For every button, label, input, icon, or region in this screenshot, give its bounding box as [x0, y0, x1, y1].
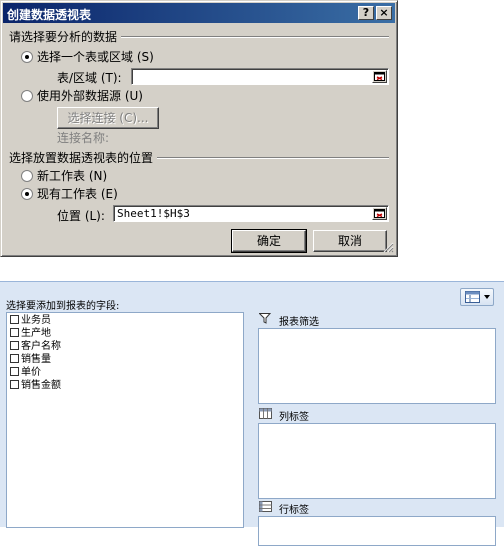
- pivot-field-list-pane: 选择要添加到报表的字段: 业务员 生产地 客户名称 销售量 单价 销售金额 报表…: [0, 281, 504, 546]
- field-item[interactable]: 生产地: [10, 327, 51, 340]
- report-filter-label: 报表筛选: [279, 317, 319, 328]
- location-input[interactable]: Sheet1!$H$3: [113, 205, 389, 222]
- field-list-caption: 选择要添加到报表的字段:: [6, 301, 120, 312]
- radio-select-table[interactable]: [21, 51, 33, 63]
- column-labels-dropzone[interactable]: [258, 423, 496, 499]
- dialog-title: 创建数据透视表: [7, 8, 92, 22]
- resize-grip-icon[interactable]: [383, 242, 394, 253]
- location-collapse-button[interactable]: [372, 207, 387, 220]
- filter-icon: [259, 313, 271, 324]
- choose-connection-button[interactable]: 选择连接 (C)...: [57, 107, 159, 129]
- section-location-label: 选择放置数据透视表的位置: [9, 149, 158, 166]
- checkbox[interactable]: [10, 341, 19, 350]
- field-name: 单价: [21, 367, 41, 378]
- location-label: 位置 (L):: [57, 209, 105, 223]
- field-name: 业务员: [21, 315, 51, 326]
- chevron-down-icon: [484, 295, 490, 299]
- checkbox[interactable]: [10, 328, 19, 337]
- dialog-titlebar[interactable]: 创建数据透视表 ? ×: [3, 3, 395, 23]
- radio-new-sheet[interactable]: [21, 170, 33, 182]
- row-labels-icon: [259, 501, 272, 512]
- create-pivot-dialog: 创建数据透视表 ? × 请选择要分析的数据 选择一个表或区域 (S) 表/区域 …: [0, 0, 398, 257]
- checkbox[interactable]: [10, 367, 19, 376]
- radio-existing-sheet[interactable]: [21, 188, 33, 200]
- help-button[interactable]: ?: [358, 6, 374, 20]
- opt-select-table-label[interactable]: 选择一个表或区域 (S): [37, 48, 154, 65]
- report-filter-dropzone[interactable]: [258, 328, 496, 404]
- field-layout-icon: [465, 291, 480, 303]
- field-list-box[interactable]: 业务员 生产地 客户名称 销售量 单价 销售金额: [6, 312, 244, 528]
- collapse-dialog-icon: [374, 209, 385, 218]
- field-name: 客户名称: [21, 341, 61, 352]
- field-name: 生产地: [21, 328, 51, 339]
- opt-existing-sheet-label[interactable]: 现有工作表 (E): [37, 185, 118, 202]
- checkbox[interactable]: [10, 354, 19, 363]
- radio-external-source[interactable]: [21, 90, 33, 102]
- checkbox[interactable]: [10, 380, 19, 389]
- opt-external-source-label[interactable]: 使用外部数据源 (U): [37, 87, 143, 104]
- close-button[interactable]: ×: [376, 6, 392, 20]
- row-labels-label: 行标签: [279, 505, 309, 516]
- column-labels-icon: [259, 408, 272, 419]
- range-input[interactable]: [131, 68, 389, 85]
- checkbox[interactable]: [10, 315, 19, 324]
- collapse-dialog-icon: [374, 72, 385, 81]
- cancel-button[interactable]: 取消: [313, 230, 387, 252]
- field-item[interactable]: 单价: [10, 366, 41, 379]
- section-analyze-label: 请选择要分析的数据: [9, 28, 122, 45]
- field-item[interactable]: 销售量: [10, 353, 51, 366]
- field-name: 销售量: [21, 354, 51, 365]
- layout-dropdown-button[interactable]: [460, 288, 494, 306]
- opt-new-sheet-label[interactable]: 新工作表 (N): [37, 167, 107, 184]
- range-label: 表/区域 (T):: [57, 71, 122, 85]
- field-item[interactable]: 销售金额: [10, 379, 61, 392]
- field-name: 销售金额: [21, 380, 61, 391]
- location-value: Sheet1!$H$3: [117, 207, 190, 220]
- ok-button[interactable]: 确定: [231, 229, 307, 253]
- range-collapse-button[interactable]: [372, 70, 387, 83]
- field-item[interactable]: 客户名称: [10, 340, 61, 353]
- row-labels-dropzone[interactable]: [258, 516, 496, 546]
- connection-name-label: 连接名称:: [57, 131, 110, 145]
- column-labels-label: 列标签: [279, 412, 309, 423]
- field-item[interactable]: 业务员: [10, 314, 51, 327]
